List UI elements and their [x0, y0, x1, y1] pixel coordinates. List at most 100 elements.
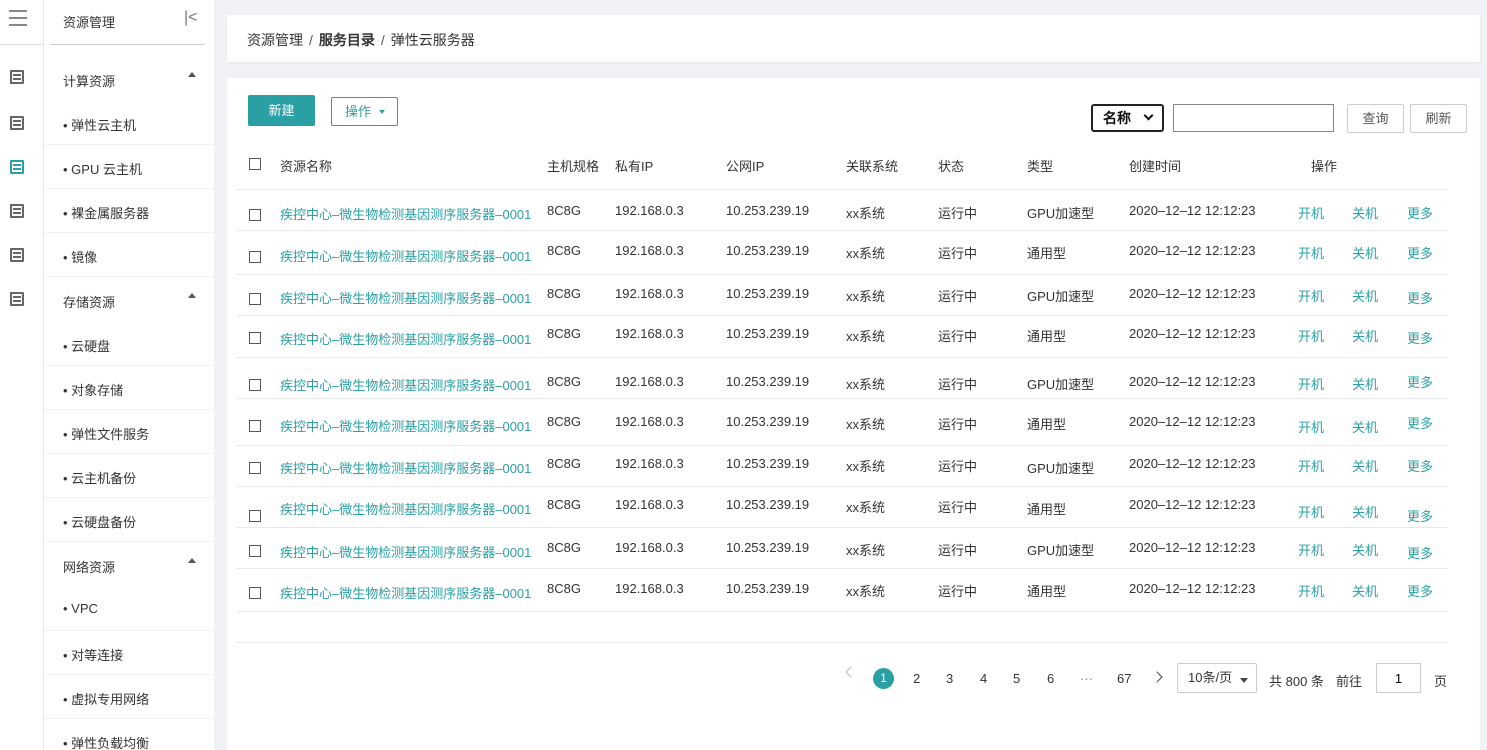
row-checkbox[interactable] [249, 251, 261, 263]
more-link[interactable]: 更多 [1407, 288, 1433, 307]
sidebar-item-object-storage[interactable]: • 对象存储 [44, 366, 214, 410]
sidebar-item-image[interactable]: • 镜像 [44, 233, 214, 277]
page-number[interactable]: 6 [1047, 671, 1054, 686]
sidebar-item-ecs-backup[interactable]: • 云主机备份 [44, 454, 214, 498]
page-number[interactable]: 3 [946, 671, 953, 686]
more-link[interactable]: 更多 [1407, 413, 1433, 432]
row-checkbox[interactable] [249, 293, 261, 305]
chevron-right-icon[interactable] [1151, 671, 1163, 683]
list-icon-active[interactable] [10, 160, 24, 174]
sidebar-item-ecs[interactable]: • 弹性云主机 [44, 101, 214, 145]
sidebar-item-label: • 对等连接 [63, 648, 124, 663]
page-number[interactable]: 67 [1117, 671, 1131, 686]
list-icon[interactable] [10, 248, 24, 262]
refresh-button[interactable]: 刷新 [1410, 104, 1467, 133]
page-current[interactable]: 1 [873, 668, 894, 689]
row-checkbox[interactable] [249, 332, 261, 344]
more-link[interactable]: 更多 [1407, 506, 1433, 525]
power-off-link[interactable]: 关机 [1352, 581, 1378, 600]
resource-name-link[interactable]: 疾控中心–微生物检测基因测序服务器–0001 [280, 542, 531, 561]
power-off-link[interactable]: 关机 [1352, 243, 1378, 262]
resource-name-link[interactable]: 疾控中心–微生物检测基因测序服务器–0001 [280, 583, 531, 602]
power-off-link[interactable]: 关机 [1352, 417, 1378, 436]
power-on-link[interactable]: 开机 [1298, 286, 1324, 305]
more-link[interactable]: 更多 [1407, 243, 1433, 262]
column-header-type: 类型 [1027, 159, 1054, 174]
sidebar-item-elb[interactable]: • 弹性负载均衡 [44, 719, 214, 750]
sidebar-item-gpu[interactable]: • GPU 云主机 [44, 145, 214, 189]
resource-name-link[interactable]: 疾控中心–微生物检测基因测序服务器–0001 [280, 329, 531, 348]
resource-name-link[interactable]: 疾控中心–微生物检测基因测序服务器–0001 [280, 246, 531, 265]
power-on-link[interactable]: 开机 [1298, 374, 1324, 393]
list-icon[interactable] [10, 292, 24, 306]
power-off-link[interactable]: 关机 [1352, 326, 1378, 345]
resource-name-link[interactable]: 疾控中心–微生物检测基因测序服务器–0001 [280, 375, 531, 394]
power-off-link[interactable]: 关机 [1352, 203, 1378, 222]
power-off-link[interactable]: 关机 [1352, 540, 1378, 559]
power-off-link[interactable]: 关机 [1352, 374, 1378, 393]
resource-name-link[interactable]: 疾控中心–微生物检测基因测序服务器–0001 [280, 288, 531, 307]
operations-dropdown[interactable]: 操作 [331, 97, 398, 126]
power-on-link[interactable]: 开机 [1298, 243, 1324, 262]
resource-name-link[interactable]: 疾控中心–微生物检测基因测序服务器–0001 [280, 416, 531, 435]
more-link[interactable]: 更多 [1407, 372, 1433, 391]
power-on-link[interactable]: 开机 [1298, 540, 1324, 559]
page-number[interactable]: 4 [980, 671, 987, 686]
resource-name-link[interactable]: 疾控中心–微生物检测基因测序服务器–0001 [280, 204, 531, 223]
row-checkbox[interactable] [249, 462, 261, 474]
sidebar-item-disk-backup[interactable]: • 云硬盘备份 [44, 498, 214, 542]
query-button[interactable]: 查询 [1347, 104, 1404, 133]
more-link[interactable]: 更多 [1407, 203, 1433, 222]
sidebar-group-compute[interactable]: 计算资源 [44, 57, 214, 101]
filter-field-select[interactable]: 名称 [1091, 104, 1164, 132]
collapse-icon[interactable]: |< [184, 9, 198, 27]
cell-public-ip: 10.253.239.19 [726, 374, 810, 389]
row-checkbox[interactable] [249, 379, 261, 391]
power-on-link[interactable]: 开机 [1298, 417, 1324, 436]
power-off-link[interactable]: 关机 [1352, 456, 1378, 475]
list-icon[interactable] [10, 116, 24, 130]
sidebar-item-peering[interactable]: • 对等连接 [44, 631, 214, 675]
goto-page-input[interactable] [1376, 663, 1421, 693]
new-button[interactable]: 新建 [248, 95, 315, 126]
sidebar-group-storage[interactable]: 存储资源 [44, 278, 214, 322]
page-number[interactable]: 5 [1013, 671, 1020, 686]
breadcrumb-item[interactable]: 服务目录 [319, 32, 375, 48]
more-link[interactable]: 更多 [1407, 328, 1433, 347]
row-checkbox[interactable] [249, 209, 261, 221]
hamburger-icon[interactable] [9, 10, 27, 28]
row-checkbox[interactable] [249, 545, 261, 557]
row-checkbox[interactable] [249, 587, 261, 599]
search-input[interactable] [1173, 104, 1334, 132]
breadcrumb-item[interactable]: 资源管理 [247, 32, 303, 48]
resource-name-link[interactable]: 疾控中心–微生物检测基因测序服务器–0001 [280, 458, 531, 477]
power-on-link[interactable]: 开机 [1298, 581, 1324, 600]
sidebar-item-file-service[interactable]: • 弹性文件服务 [44, 410, 214, 454]
sidebar-item-baremetal[interactable]: • 裸金属服务器 [44, 189, 214, 233]
chevron-left-icon[interactable] [845, 666, 857, 678]
column-header-ops: 操作 [1311, 159, 1338, 174]
more-link[interactable]: 更多 [1407, 456, 1433, 475]
power-on-link[interactable]: 开机 [1298, 326, 1324, 345]
power-on-link[interactable]: 开机 [1298, 456, 1324, 475]
list-icon[interactable] [10, 70, 24, 84]
power-off-link[interactable]: 关机 [1352, 286, 1378, 305]
power-off-link[interactable]: 关机 [1352, 502, 1378, 521]
row-checkbox[interactable] [249, 420, 261, 432]
page-number[interactable]: 2 [913, 671, 920, 686]
sidebar-item-vpn[interactable]: • 虚拟专用网络 [44, 675, 214, 719]
more-link[interactable]: 更多 [1407, 581, 1433, 600]
select-all-checkbox[interactable] [249, 158, 261, 170]
page-size-select[interactable]: 10条/页 [1177, 663, 1257, 693]
resource-name-link[interactable]: 疾控中心–微生物检测基因测序服务器–0001 [280, 499, 531, 518]
sidebar-item-vpc[interactable]: • VPC [44, 587, 214, 631]
row-checkbox[interactable] [249, 510, 261, 522]
more-link[interactable]: 更多 [1407, 543, 1433, 562]
sidebar-title: 资源管理 [63, 15, 116, 30]
list-icon[interactable] [10, 204, 24, 218]
power-on-link[interactable]: 开机 [1298, 502, 1324, 521]
power-on-link[interactable]: 开机 [1298, 203, 1324, 222]
sidebar-group-network[interactable]: 网络资源 [44, 543, 214, 587]
page-ellipsis[interactable]: ··· [1080, 671, 1093, 686]
sidebar-item-disk[interactable]: • 云硬盘 [44, 322, 214, 366]
